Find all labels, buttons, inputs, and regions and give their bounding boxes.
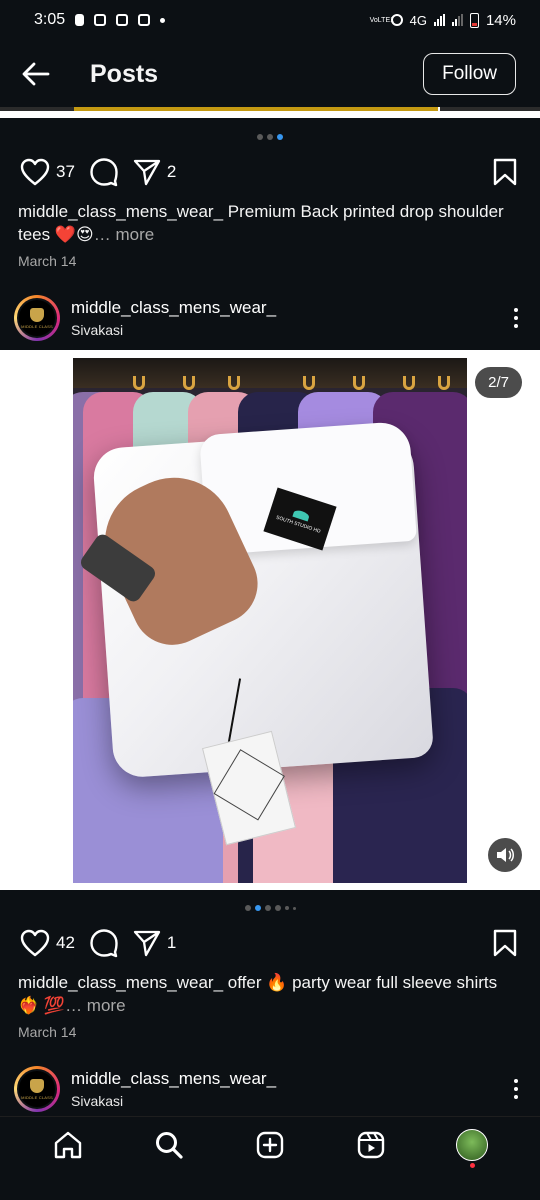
post-caption: middle_class_mens_wear_ Premium Back pri…: [18, 200, 518, 246]
share-count: 2: [166, 162, 177, 181]
like-count: 42: [56, 933, 75, 952]
network-type-label: 4G: [409, 12, 427, 28]
more-options-button[interactable]: [512, 308, 520, 328]
follow-button[interactable]: Follow: [423, 53, 516, 95]
carousel-dot-active: [254, 905, 261, 911]
carousel-dot: [257, 134, 263, 140]
avatar-text: MIDDLE CLASS: [21, 1094, 53, 1100]
carousel-dot: [267, 134, 273, 140]
avatar[interactable]: MIDDLE CLASS: [14, 295, 60, 341]
volte-label: VoLTE1: [369, 16, 395, 24]
post-actions: 37 2: [0, 152, 540, 192]
instagram-notification-icon: [138, 14, 151, 26]
share-count: 1: [166, 933, 177, 952]
post-date: March 14: [18, 253, 77, 269]
page-title: Posts: [90, 59, 159, 88]
battery-icon: [469, 12, 479, 28]
comment-button[interactable]: [89, 157, 119, 187]
carousel-dot: [274, 905, 281, 911]
more-options-button[interactable]: [512, 1079, 520, 1099]
caption-username[interactable]: middle_class_mens_wear_: [18, 973, 223, 992]
like-button[interactable]: 42: [20, 929, 75, 957]
post-header: MIDDLE CLASS middle_class_mens_wear_ Siv…: [0, 1061, 540, 1117]
more-link[interactable]: … more: [65, 996, 125, 1015]
speaker-icon: [497, 848, 514, 862]
hotspot-icon: [390, 14, 403, 26]
signal-icon: [433, 14, 445, 26]
search-icon: [156, 1131, 183, 1159]
profile-avatar-icon: [455, 1128, 488, 1168]
comment-bubble-icon: [90, 158, 118, 187]
nav-search[interactable]: [149, 1125, 189, 1165]
product-photo: SOUTH STUDIO HD: [73, 358, 467, 883]
instagram-notification-icon: [116, 14, 129, 26]
heart-icon: [20, 929, 50, 957]
avatar-text: MIDDLE CLASS: [21, 323, 53, 329]
nav-reels[interactable]: [351, 1125, 391, 1165]
bookmark-icon: [493, 158, 517, 186]
like-button[interactable]: 37: [20, 158, 75, 186]
notification-icon: [75, 14, 85, 26]
carousel-dot: [284, 906, 289, 910]
image-counter: 2/7: [475, 367, 522, 398]
post-caption: middle_class_mens_wear_ offer 🔥 party we…: [18, 971, 518, 1017]
carousel-dot: [264, 905, 271, 911]
post-location[interactable]: Sivakasi: [71, 1093, 276, 1109]
nav-create[interactable]: [250, 1125, 290, 1165]
comment-button[interactable]: [89, 928, 119, 958]
post-username[interactable]: middle_class_mens_wear_: [71, 298, 276, 318]
post-location[interactable]: Sivakasi: [71, 322, 276, 338]
carousel-dot: [292, 906, 296, 910]
post-actions: 42 1: [0, 923, 540, 963]
post-username[interactable]: middle_class_mens_wear_: [71, 1069, 276, 1089]
nav-home[interactable]: [48, 1125, 88, 1165]
arrow-left-icon: [22, 62, 50, 86]
save-button[interactable]: [492, 158, 518, 186]
comment-bubble-icon: [90, 929, 118, 958]
post-date: March 14: [18, 1024, 77, 1040]
post-header: MIDDLE CLASS middle_class_mens_wear_ Siv…: [0, 290, 540, 346]
plus-square-icon: [256, 1131, 284, 1158]
previous-post-image[interactable]: [0, 107, 540, 118]
nav-profile[interactable]: [452, 1125, 492, 1168]
avatar[interactable]: MIDDLE CLASS: [14, 1066, 60, 1112]
instagram-notification-icon: [94, 14, 107, 26]
carousel-dot-active: [277, 134, 283, 140]
save-button[interactable]: [492, 929, 518, 957]
bottom-navigation: [0, 1116, 540, 1172]
carousel-dot: [244, 905, 251, 911]
back-button[interactable]: [20, 58, 52, 90]
battery-percent: 14%: [485, 11, 516, 29]
brand-logo-icon: [30, 307, 44, 322]
share-button[interactable]: 2: [133, 158, 176, 186]
carousel-indicator: [0, 905, 540, 911]
carousel-indicator: [0, 134, 540, 140]
more-link[interactable]: … more: [94, 225, 154, 244]
caption-username[interactable]: middle_class_mens_wear_: [18, 202, 223, 221]
signal-icon: [451, 14, 463, 26]
paper-plane-icon: [133, 159, 161, 186]
post-image[interactable]: SOUTH STUDIO HD 2/7: [0, 350, 540, 890]
bookmark-icon: [493, 929, 517, 957]
sound-button[interactable]: [488, 838, 522, 872]
like-count: 37: [56, 162, 75, 181]
brand-logo-icon: [30, 1078, 44, 1093]
reels-icon: [357, 1131, 384, 1158]
home-icon: [55, 1131, 82, 1158]
kebab-icon: [514, 308, 518, 312]
more-notifications-icon: [160, 17, 166, 23]
kebab-icon: [514, 1079, 518, 1083]
status-bar: 3:05 VoLTE1 4G 14%: [0, 0, 540, 40]
top-bar: Posts Follow: [0, 40, 540, 108]
share-button[interactable]: 1: [133, 929, 176, 957]
status-time: 3:05: [34, 11, 66, 28]
heart-icon: [20, 158, 50, 186]
paper-plane-icon: [133, 930, 161, 957]
